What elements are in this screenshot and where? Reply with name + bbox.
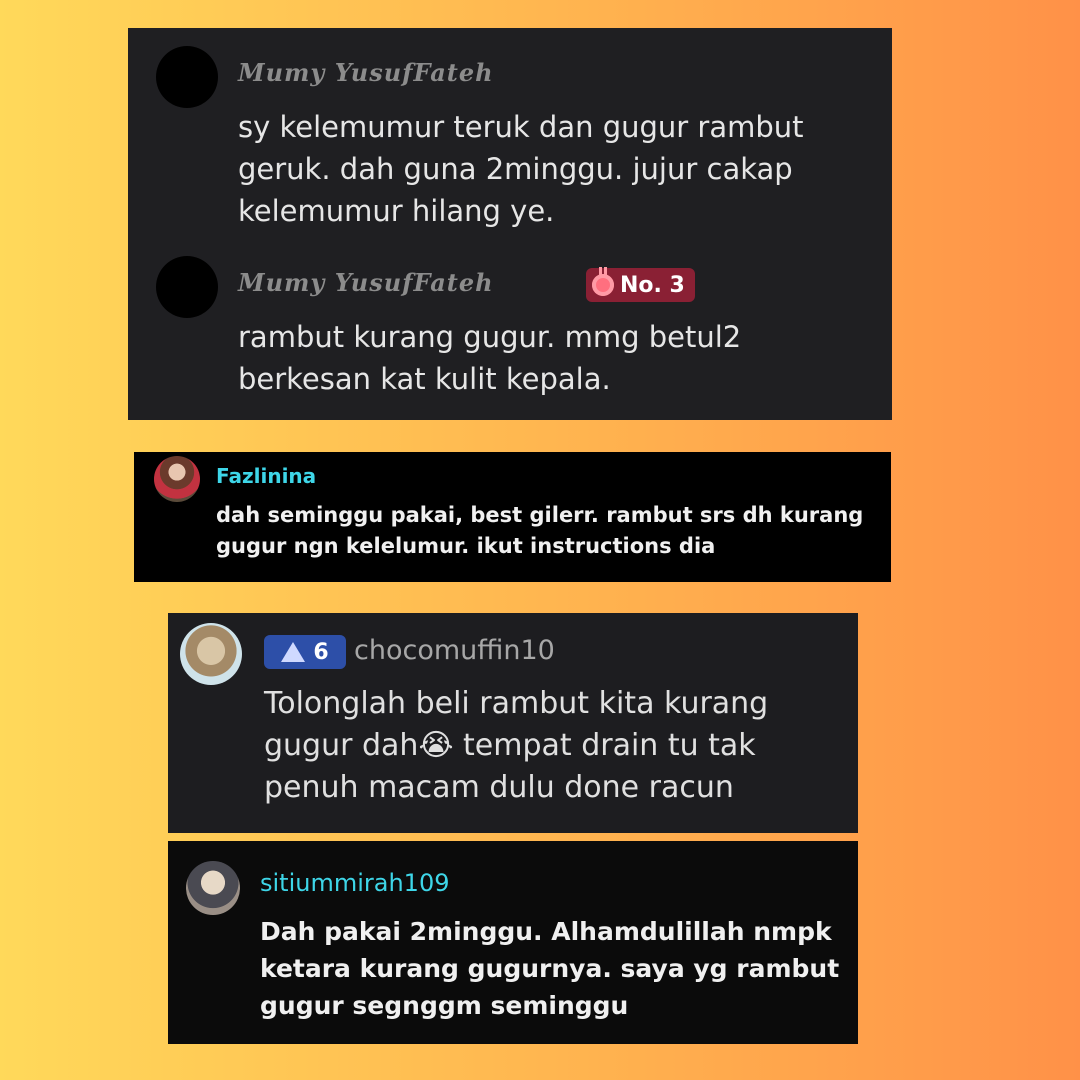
comment-username[interactable]: Fazlinina <box>216 464 316 488</box>
comment-card-2: Fazlinina dah seminggu pakai, best giler… <box>134 452 891 582</box>
comment-username[interactable]: sitiummirah109 <box>260 869 449 897</box>
comment-username[interactable]: chocomuffin10 <box>354 635 555 666</box>
avatar[interactable] <box>156 256 218 318</box>
avatar[interactable] <box>186 861 240 915</box>
avatar[interactable] <box>154 456 200 502</box>
medal-icon <box>592 267 614 296</box>
level-triangle-icon <box>281 642 306 662</box>
avatar[interactable] <box>156 46 218 108</box>
crying-face-emoji: 😭 <box>418 728 454 763</box>
comment-text: Tolonglah beli rambut kita kurang gugur … <box>264 683 854 809</box>
comment-username[interactable]: Mumy YusufFateh <box>238 268 494 297</box>
comment-card-1: Mumy YusufFateh sy kelemumur teruk dan g… <box>128 28 892 420</box>
comment-text: rambut kurang gugur. mmg betul2 berkesan… <box>238 320 742 396</box>
comment-text: sy kelemumur teruk dan gugur rambut geru… <box>238 110 804 228</box>
level-badge: 6 <box>264 635 346 669</box>
rank-badge: No. 3 <box>586 267 695 302</box>
comment-card-3: 6 chocomuffin10 Tolonglah beli rambut ki… <box>168 613 858 833</box>
comment-text: dah seminggu pakai, best gilerr. rambut … <box>216 503 864 558</box>
rank-badge-label: No. 3 <box>620 272 685 298</box>
comment-username[interactable]: Mumy YusufFateh <box>238 58 494 87</box>
comment-text: Dah pakai 2minggu. Alhamdulillah nmpk ke… <box>260 917 840 1020</box>
level-badge-value: 6 <box>313 639 329 665</box>
avatar[interactable] <box>180 623 242 685</box>
comment-card-4: sitiummirah109 Dah pakai 2minggu. Alhamd… <box>168 841 858 1044</box>
